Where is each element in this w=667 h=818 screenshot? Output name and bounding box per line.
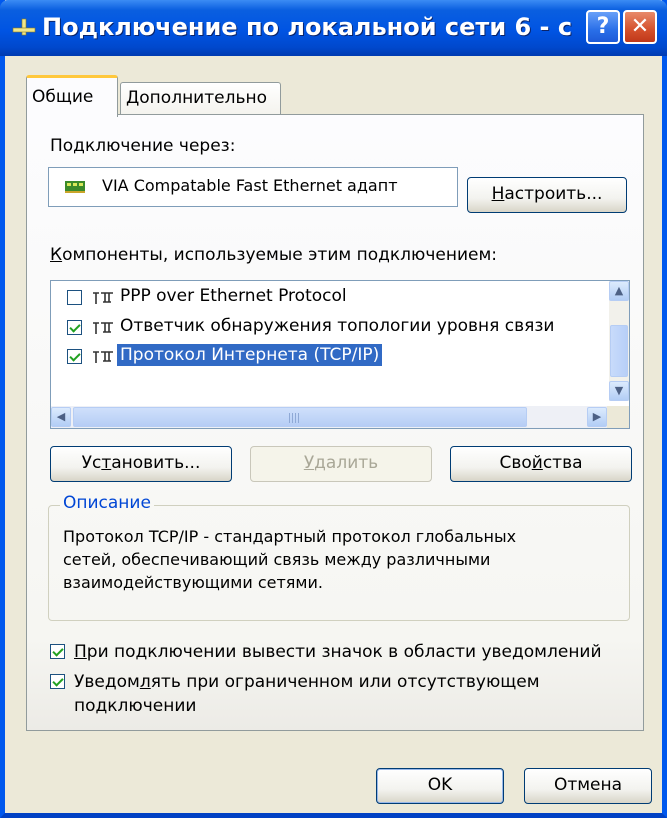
ok-button[interactable]: OK xyxy=(376,768,504,804)
properties-button[interactable]: Свойства xyxy=(450,446,632,482)
scroll-down-icon[interactable]: ▼ xyxy=(609,381,629,401)
scroll-corner xyxy=(607,406,629,428)
adapter-name: VIA Compatable Fast Ethernet адапт xyxy=(102,176,398,195)
protocol-icon xyxy=(93,322,113,334)
component-checkbox[interactable] xyxy=(67,290,82,305)
network-adapter-icon xyxy=(65,181,85,193)
install-button[interactable]: Установить... xyxy=(50,446,232,482)
cancel-button[interactable]: Отмена xyxy=(524,768,652,804)
configure-button[interactable]: Настроить... xyxy=(467,177,627,213)
list-item[interactable]: PPP over Ethernet Protocol xyxy=(51,283,607,313)
description-line: Протокол TCP/IP - стандартный протокол г… xyxy=(63,527,517,546)
list-item[interactable]: Ответчик обнаружения топологии уровня св… xyxy=(51,313,607,343)
horizontal-scrollbar[interactable]: ◀ ▶ xyxy=(51,406,609,428)
list-item[interactable]: Протокол Интернета (TCP/IP) xyxy=(51,342,607,372)
grip-icon xyxy=(289,413,299,423)
component-label: Ответчик обнаружения топологии уровня св… xyxy=(120,316,555,336)
show-icon-option[interactable]: При подключении вывести значок в области… xyxy=(50,640,640,664)
protocol-icon xyxy=(93,292,113,304)
scroll-left-icon[interactable]: ◀ xyxy=(51,407,71,427)
notify-option[interactable]: Уведомлять при ограниченном или отсутств… xyxy=(50,670,640,720)
description-line: сетей, обеспечивающий связь между различ… xyxy=(63,550,491,569)
connect-using-label: Подключение через: xyxy=(50,136,236,156)
description-title: Описание xyxy=(60,493,154,513)
components-list[interactable]: PPP over Ethernet Protocol Ответчик обна… xyxy=(50,280,630,429)
panel-content: Подключение через: VIA Compatable Fast E… xyxy=(0,0,667,818)
scroll-up-icon[interactable]: ▲ xyxy=(609,281,629,301)
show-icon-label: При подключении вывести значок в области… xyxy=(74,642,602,662)
protocol-icon xyxy=(93,351,113,363)
component-checkbox[interactable] xyxy=(67,349,82,364)
horizontal-scroll-thumb[interactable] xyxy=(73,407,527,427)
description-line: взаимодействующими сетями. xyxy=(63,573,323,592)
components-label: Компоненты, используемые этим подключени… xyxy=(50,245,498,265)
adapter-field: VIA Compatable Fast Ethernet адапт xyxy=(48,167,458,207)
notify-checkbox[interactable] xyxy=(50,674,65,689)
remove-button[interactable]: Удалить xyxy=(250,446,432,482)
component-label-selected: Протокол Интернета (TCP/IP) xyxy=(117,344,383,366)
vertical-scroll-thumb[interactable] xyxy=(610,325,628,377)
notify-label: Уведомлять при ограниченном или отсутств… xyxy=(74,672,540,716)
scroll-right-icon[interactable]: ▶ xyxy=(587,407,607,427)
component-checkbox[interactable] xyxy=(67,320,82,335)
vertical-scrollbar[interactable]: ▲ ▼ xyxy=(609,281,629,401)
description-text: Протокол TCP/IP - стандартный протокол г… xyxy=(63,525,618,594)
show-icon-checkbox[interactable] xyxy=(50,644,65,659)
component-label: PPP over Ethernet Protocol xyxy=(120,286,347,306)
